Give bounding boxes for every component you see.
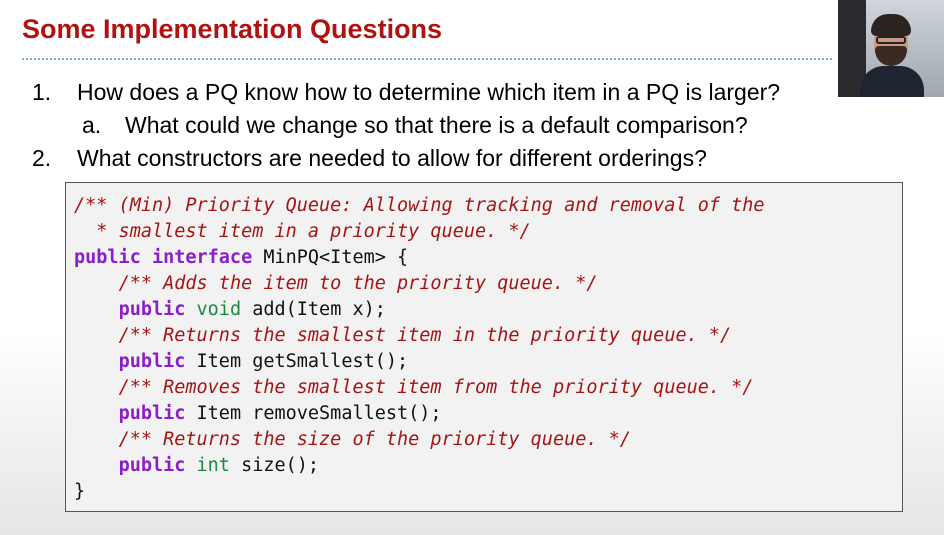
code-comment: * smallest item in a priority queue. */ [74, 221, 531, 242]
code-text: add(Item x); [241, 299, 386, 320]
code-line: public Item getSmallest(); [74, 349, 409, 375]
code-line: * smallest item in a priority queue. */ [74, 219, 531, 245]
code-text: size(); [229, 455, 320, 476]
title-divider [22, 58, 832, 60]
code-keyword: public [118, 299, 186, 320]
code-line: public void add(Item x); [74, 297, 386, 323]
code-comment: /** (Min) Priority Queue: Allowing track… [74, 195, 765, 216]
question-1-number: 1. [32, 79, 52, 105]
code-keyword: public [118, 455, 186, 476]
question-1a-letter: a. [82, 112, 102, 138]
question-2-text: What constructors are needed to allow fo… [77, 145, 707, 171]
code-line: /** Returns the smallest item in the pri… [74, 323, 732, 349]
code-line: public int size(); [74, 453, 320, 479]
presenter-beard [875, 46, 907, 66]
code-line: public interface MinPQ<Item> { [74, 245, 408, 271]
code-line: /** (Min) Priority Queue: Allowing track… [74, 193, 765, 219]
presenter-glasses [876, 36, 906, 44]
code-comment: /** Removes the smallest item from the p… [118, 377, 754, 398]
code-line: /** Removes the smallest item from the p… [74, 375, 754, 401]
slide-title: Some Implementation Questions [22, 14, 443, 44]
code-text: } [74, 481, 86, 502]
presenter-hair [871, 14, 911, 36]
code-line: public Item removeSmallest(); [74, 401, 442, 427]
code-text: Item getSmallest(); [185, 351, 409, 372]
code-comment: /** Adds the item to the priority queue.… [118, 273, 598, 294]
code-line: /** Returns the size of the priority que… [74, 427, 631, 453]
presenter-webcam [838, 0, 944, 97]
question-1-text: How does a PQ know how to determine whic… [77, 79, 781, 105]
code-keyword: public [118, 403, 186, 424]
code-primitive: void [196, 299, 242, 320]
code-line: } [74, 479, 85, 505]
code-text: MinPQ<Item> { [252, 247, 409, 268]
code-primitive: int [196, 455, 230, 476]
code-text: Item removeSmallest(); [185, 403, 442, 424]
code-line: /** Adds the item to the priority queue.… [74, 271, 598, 297]
code-comment: /** Returns the size of the priority que… [118, 429, 631, 450]
question-2-number: 2. [32, 145, 52, 171]
code-keyword: public [74, 247, 141, 268]
code-keyword: public [118, 351, 186, 372]
code-keyword: interface [151, 247, 253, 268]
code-comment: /** Returns the smallest item in the pri… [118, 325, 732, 346]
presenter-body [860, 66, 924, 97]
question-1a-text: What could we change so that there is a … [125, 112, 748, 138]
code-block: /** (Min) Priority Queue: Allowing track… [65, 182, 903, 512]
